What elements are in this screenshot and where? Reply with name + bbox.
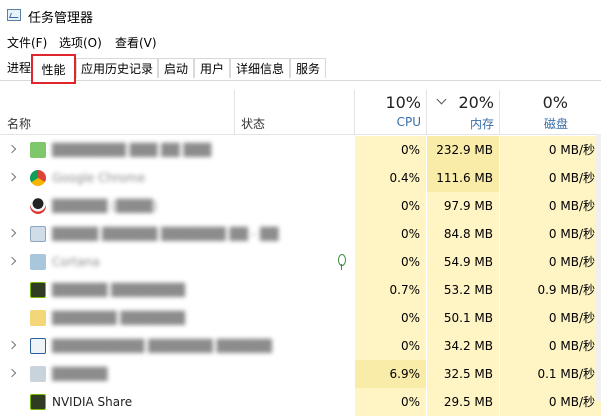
- cpu-value: 0%: [355, 332, 426, 360]
- expand-chevron-icon[interactable]: [7, 340, 17, 350]
- disk-value: 0 MB/秒: [500, 248, 601, 276]
- memory-value: 29.5 MB: [427, 388, 499, 416]
- menu-options[interactable]: 选项(O): [59, 34, 102, 51]
- qq-penguin-icon: [30, 198, 46, 214]
- tab-strip: 进程 性能 应用历史记录 启动 用户 详细信息 服务: [0, 54, 601, 84]
- process-name: ██████: [52, 367, 108, 381]
- expand-chevron-icon[interactable]: [7, 368, 17, 378]
- disk-value: 0 MB/秒: [500, 192, 601, 220]
- expand-chevron-icon[interactable]: [7, 144, 17, 154]
- cpu-value: 0%: [355, 220, 426, 248]
- process-name: ██████████ ███████ ██████: [52, 339, 272, 353]
- table-row[interactable]: ██████ 6.9% 32.5 MB 0.1 MB/秒: [0, 360, 601, 388]
- tab-app-history[interactable]: 应用历史记录: [76, 58, 158, 78]
- process-name: ███████ ███████: [52, 311, 186, 325]
- tab-processes[interactable]: 进程: [7, 58, 33, 78]
- column-name-header[interactable]: 名称: [7, 115, 31, 132]
- vertical-scrollbar[interactable]: [596, 134, 601, 401]
- cpu-value: 0%: [355, 388, 426, 416]
- cpu-value: 0.7%: [355, 276, 426, 304]
- green-app-icon: [30, 142, 46, 158]
- process-name: ██████ ████████: [52, 283, 186, 297]
- title-bar: 任务管理器: [0, 0, 601, 30]
- cpu-value: 0%: [355, 192, 426, 220]
- process-name: Cortana: [52, 255, 100, 269]
- table-row[interactable]: Cortana 0% 54.9 MB 0 MB/秒: [0, 248, 601, 276]
- memory-percent[interactable]: 20%: [427, 93, 494, 112]
- cpu-value: 6.9%: [355, 360, 426, 388]
- cpu-value: 0.4%: [355, 164, 426, 192]
- app-window-icon: [30, 226, 46, 242]
- table-row[interactable]: NVIDIA Share 0% 29.5 MB 0 MB/秒: [0, 388, 601, 416]
- disk-value: 0 MB/秒: [500, 332, 601, 360]
- table-row[interactable]: Google Chrome 0.4% 111.6 MB 0 MB/秒: [0, 164, 601, 192]
- table-row[interactable]: ████████ ███ ██ ███ 0% 232.9 MB 0 MB/秒: [0, 136, 601, 164]
- table-row[interactable]: ██████ (████) 0% 97.9 MB 0 MB/秒: [0, 192, 601, 220]
- column-memory-header[interactable]: 内存: [427, 115, 494, 132]
- disk-percent[interactable]: 0%: [500, 93, 568, 112]
- cpu-value: 0%: [355, 248, 426, 276]
- memory-value: 84.8 MB: [427, 220, 499, 248]
- table-row[interactable]: ██████████ ███████ ██████ 0% 34.2 MB 0 M…: [0, 332, 601, 360]
- efficiency-leaf-icon: [338, 254, 346, 270]
- tab-details[interactable]: 详细信息: [230, 58, 290, 78]
- process-name: ██████ (████): [52, 199, 158, 213]
- gray-app-icon: [30, 366, 46, 382]
- windows-folder-icon: [30, 310, 46, 326]
- nvidia-icon: [30, 394, 46, 410]
- disk-value: 0 MB/秒: [500, 136, 601, 164]
- column-disk-header[interactable]: 磁盘: [500, 115, 568, 132]
- process-name: Google Chrome: [52, 171, 146, 185]
- memory-value: 54.9 MB: [427, 248, 499, 276]
- memory-value: 232.9 MB: [427, 136, 499, 164]
- disk-value: 0 MB/秒: [500, 220, 601, 248]
- blue-window-icon: [30, 338, 46, 354]
- disk-value: 0 MB/秒: [500, 164, 601, 192]
- memory-value: 50.1 MB: [427, 304, 499, 332]
- cpu-value: 0%: [355, 304, 426, 332]
- cpu-value: 0%: [355, 136, 426, 164]
- tab-performance[interactable]: 性能: [31, 54, 76, 84]
- memory-value: 97.9 MB: [427, 192, 499, 220]
- table-row[interactable]: ███████ ███████ 0% 50.1 MB 0 MB/秒: [0, 304, 601, 332]
- expand-chevron-icon[interactable]: [7, 228, 17, 238]
- memory-value: 34.2 MB: [427, 332, 499, 360]
- tab-users[interactable]: 用户: [194, 58, 230, 78]
- memory-value: 111.6 MB: [427, 164, 499, 192]
- memory-value: 53.2 MB: [427, 276, 499, 304]
- disk-value: 0 MB/秒: [500, 304, 601, 332]
- column-cpu-header[interactable]: CPU: [355, 115, 421, 129]
- column-status-header[interactable]: 状态: [241, 115, 265, 132]
- memory-value: 32.5 MB: [427, 360, 499, 388]
- disk-value: 0.1 MB/秒: [500, 360, 601, 388]
- tab-services[interactable]: 服务: [290, 58, 326, 78]
- process-name: ████████ ███ ██ ███: [52, 143, 212, 157]
- disk-value: 0.9 MB/秒: [500, 276, 601, 304]
- table-row[interactable]: ██████ ████████ 0.7% 53.2 MB 0.9 MB/秒: [0, 276, 601, 304]
- cpu-percent[interactable]: 10%: [355, 93, 421, 112]
- tab-startup[interactable]: 启动: [158, 58, 194, 78]
- process-name: NVIDIA Share: [52, 395, 133, 409]
- process-name: █████ ██████ ███████ ██ - ██: [52, 227, 279, 241]
- chrome-icon: [30, 170, 46, 186]
- disk-value: 0 MB/秒: [500, 388, 601, 416]
- expand-chevron-icon[interactable]: [7, 172, 17, 182]
- nvidia-icon: [30, 282, 46, 298]
- menu-file[interactable]: 文件(F): [7, 34, 47, 51]
- menu-view[interactable]: 查看(V): [115, 34, 157, 51]
- window-title: 任务管理器: [28, 11, 94, 26]
- table-row[interactable]: █████ ██████ ███████ ██ - ██ 0% 84.8 MB …: [0, 220, 601, 248]
- cortana-icon: [30, 254, 46, 270]
- expand-chevron-icon[interactable]: [7, 256, 17, 266]
- task-manager-icon: [7, 9, 21, 21]
